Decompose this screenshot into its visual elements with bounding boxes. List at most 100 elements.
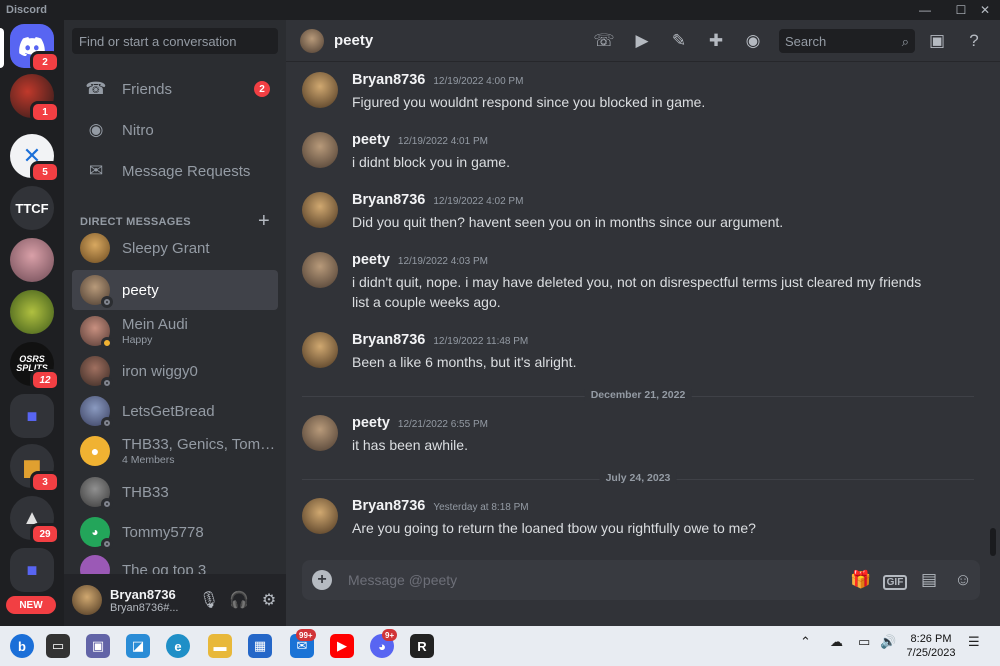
nav-label: Friends bbox=[122, 80, 173, 98]
volume-icon[interactable]: 🔊 bbox=[880, 634, 896, 650]
emoji-icon[interactable]: ☺ bbox=[946, 570, 980, 590]
server-icon-red[interactable]: 1 bbox=[10, 74, 60, 123]
folder-icon[interactable]: ■ bbox=[10, 394, 54, 438]
voice-call-icon[interactable]: ☏ bbox=[592, 29, 616, 53]
nav-label: Message Requests bbox=[122, 162, 251, 180]
chevron-up-icon[interactable]: ⌃ bbox=[800, 634, 811, 650]
message-avatar[interactable] bbox=[302, 192, 338, 228]
dm-item[interactable]: LetsGetBread bbox=[72, 391, 278, 431]
new-unreads-pill[interactable]: NEW bbox=[6, 596, 56, 614]
message-text: Been a like 6 months, but it's alright. bbox=[352, 354, 577, 370]
home-button[interactable]: 2 bbox=[10, 24, 60, 73]
runelite-icon[interactable]: R bbox=[410, 634, 434, 658]
find-conversation-input[interactable]: Find or start a conversation bbox=[72, 28, 278, 54]
user-profile-icon[interactable]: ◉ bbox=[741, 29, 765, 53]
dm-item[interactable]: iron wiggy0 bbox=[72, 351, 278, 391]
server-icon-x[interactable]: ✕ 5 bbox=[10, 134, 60, 183]
message-avatar[interactable] bbox=[302, 72, 338, 108]
dm-header-label: DIRECT MESSAGES bbox=[80, 215, 191, 228]
dm-item[interactable]: ◕ Tommy5778 bbox=[72, 512, 278, 552]
app-name: Discord bbox=[6, 4, 47, 16]
server-icon-chest[interactable]: ▆ 3 bbox=[10, 444, 60, 493]
dm-item[interactable]: Mein Audi Happy bbox=[72, 311, 278, 351]
message-author[interactable]: peety bbox=[352, 415, 390, 431]
clock[interactable]: 8:26 PM 7/25/2023 bbox=[900, 632, 962, 660]
message-author[interactable]: Bryan8736 bbox=[352, 498, 425, 514]
dm-item[interactable]: Sleepy Grant bbox=[72, 228, 278, 268]
search-input[interactable]: Search ⌕ bbox=[779, 29, 915, 53]
inbox-icon[interactable]: ▣ bbox=[925, 29, 949, 53]
server-icon-pink[interactable] bbox=[10, 238, 54, 282]
nitro-icon: ◉ bbox=[88, 120, 104, 139]
message-author[interactable]: peety bbox=[352, 252, 390, 268]
dm-item-group[interactable]: ● THB33, Genics, Tomm... 4 Members bbox=[72, 431, 278, 471]
message-input[interactable]: Message @peety bbox=[348, 572, 844, 588]
add-friends-icon[interactable]: ✚ bbox=[704, 29, 728, 53]
offline-status-icon bbox=[101, 498, 113, 510]
avatar bbox=[80, 477, 113, 510]
message-avatar[interactable] bbox=[302, 252, 338, 288]
message-timestamp: 12/19/2022 4:00 PM bbox=[433, 76, 524, 87]
app-icon[interactable]: ◪ bbox=[126, 634, 150, 658]
message-author[interactable]: Bryan8736 bbox=[352, 192, 425, 208]
message-avatar[interactable] bbox=[302, 332, 338, 368]
bing-icon[interactable]: b bbox=[10, 634, 34, 658]
microphone-icon[interactable]: 🎙 bbox=[194, 590, 224, 610]
sticker-icon[interactable]: ▤ bbox=[912, 570, 946, 590]
display-icon[interactable]: ▭ bbox=[858, 634, 870, 650]
message-author[interactable]: Bryan8736 bbox=[352, 332, 425, 348]
dm-item-active[interactable]: peety bbox=[72, 270, 278, 310]
youtube-icon[interactable]: ▶ bbox=[330, 634, 354, 658]
dm-name: THB33, Genics, Tomm... bbox=[122, 436, 278, 453]
offline-status-icon bbox=[101, 538, 113, 550]
pin-icon[interactable]: ✎ bbox=[667, 29, 691, 53]
teams-icon[interactable]: ▣ bbox=[86, 634, 110, 658]
user-panel: Bryan8736 Bryan8736#... 🎙 🎧 ⚙ bbox=[64, 574, 286, 626]
headphones-icon[interactable]: 🎧 bbox=[224, 590, 254, 610]
title-bar: Discord — ☐ ✕ bbox=[0, 0, 1000, 20]
message-avatar[interactable] bbox=[302, 498, 338, 534]
mail-badge: 99+ bbox=[296, 629, 316, 641]
folder-icon[interactable]: ■ bbox=[10, 548, 54, 592]
taskbar: b ▭ ▣ ◪ e ▬ ▦ ✉ 99+ ▶ ◕ 9+ R ⌃ ☁ ▭ 🔊 8:2… bbox=[0, 626, 1000, 666]
gear-icon[interactable]: ⚙ bbox=[254, 590, 284, 610]
server-icon-osrs-splits[interactable]: OSRS SPLITS 12 bbox=[10, 342, 60, 391]
attach-plus-icon[interactable]: + bbox=[312, 570, 332, 590]
scrollbar[interactable] bbox=[990, 528, 996, 556]
nav-nitro[interactable]: ◉ Nitro bbox=[72, 111, 278, 149]
gift-icon[interactable]: 🎁 bbox=[844, 570, 878, 590]
dm-name: LetsGetBread bbox=[122, 402, 215, 420]
avatar bbox=[80, 233, 110, 263]
dm-item[interactable]: THB33 bbox=[72, 472, 278, 512]
server-icon-ttcf[interactable]: TTCF bbox=[10, 186, 54, 230]
dm-member-count: 4 Members bbox=[122, 454, 175, 466]
dm-name: Sleepy Grant bbox=[122, 239, 210, 257]
active-server-pill bbox=[0, 28, 4, 68]
nav-message-requests[interactable]: ✉ Message Requests bbox=[72, 152, 278, 190]
nav-friends[interactable]: ☎ Friends 2 bbox=[72, 70, 278, 108]
file-explorer-icon[interactable]: ▬ bbox=[208, 634, 232, 658]
message-text: i didn't quit, nope. i may have deleted … bbox=[352, 274, 922, 310]
message-timestamp: 12/19/2022 11:48 PM bbox=[433, 336, 529, 347]
task-view-icon[interactable]: ▭ bbox=[46, 634, 70, 658]
discord-badge: 9+ bbox=[382, 629, 398, 641]
message-timestamp: 12/19/2022 4:02 PM bbox=[433, 196, 524, 207]
message-avatar[interactable] bbox=[302, 132, 338, 168]
user-avatar[interactable] bbox=[72, 585, 102, 615]
close-button[interactable]: ✕ bbox=[970, 0, 1000, 20]
message-author[interactable]: peety bbox=[352, 132, 390, 148]
edge-icon[interactable]: e bbox=[166, 634, 190, 658]
message-text: Did you quit then? havent seen you on in… bbox=[352, 214, 784, 230]
minimize-button[interactable]: — bbox=[910, 0, 940, 20]
gif-icon[interactable]: GIF bbox=[878, 570, 912, 590]
video-call-icon[interactable]: ▶ bbox=[630, 29, 654, 53]
message-avatar[interactable] bbox=[302, 415, 338, 451]
message-composer[interactable]: + Message @peety 🎁 GIF ▤ ☺ bbox=[302, 560, 980, 600]
cloud-icon[interactable]: ☁ bbox=[830, 634, 843, 650]
notification-icon[interactable]: ☰ bbox=[968, 634, 980, 650]
message-author[interactable]: Bryan8736 bbox=[352, 72, 425, 88]
store-icon[interactable]: ▦ bbox=[248, 634, 272, 658]
server-icon-green[interactable] bbox=[10, 290, 54, 334]
help-icon[interactable]: ? bbox=[962, 29, 986, 53]
server-icon-helmet[interactable]: ▲ 29 bbox=[10, 496, 60, 545]
